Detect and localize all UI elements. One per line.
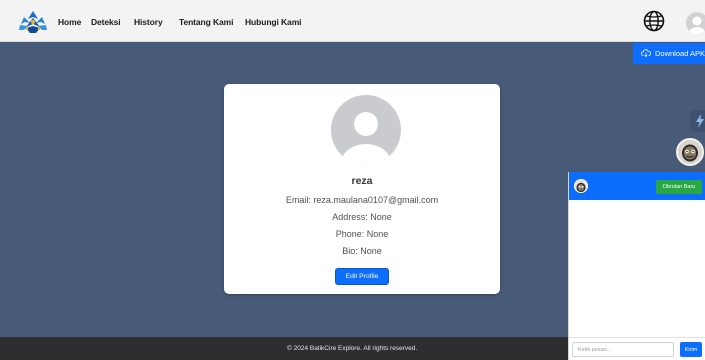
download-apk-label: Download APK: [655, 49, 705, 58]
profile-email: Email: reza.maulana0107@gmail.com: [285, 195, 439, 205]
chat-header: Obrolan Baru: [569, 172, 705, 200]
cloud-download-icon: [640, 48, 652, 59]
profile-card: reza Email: reza.maulana0107@gmail.com A…: [224, 84, 500, 294]
footer-copyright: © 2024 BatikCire Explore. All rights res…: [287, 345, 418, 352]
chat-divider: [569, 337, 705, 338]
profile-username: reza: [351, 175, 373, 187]
download-apk-button[interactable]: Download APK: [633, 43, 705, 64]
edit-profile-button[interactable]: Edit Profile: [335, 268, 389, 285]
chat-send-button[interactable]: Kirim: [680, 342, 702, 357]
nav-history[interactable]: History: [134, 17, 163, 27]
profile-bio: Bio: None: [342, 246, 382, 256]
profile-avatar-icon: [331, 95, 401, 165]
chat-message-input[interactable]: [572, 342, 674, 357]
profile-phone: Phone: None: [335, 229, 389, 239]
nav-deteksi[interactable]: Deteksi: [91, 17, 121, 27]
new-chat-button[interactable]: Obrolan Baru: [656, 180, 702, 194]
globe-icon[interactable]: [643, 10, 665, 32]
bolt-icon[interactable]: [690, 110, 705, 132]
profile-address: Address: None: [332, 212, 392, 222]
batik-logo-icon[interactable]: [18, 9, 48, 35]
chat-panel: Obrolan Baru Kirim: [568, 172, 705, 360]
chat-bot-avatar-icon: [574, 179, 588, 193]
user-avatar-icon[interactable]: [686, 12, 705, 34]
nav-hubungi-kami[interactable]: Hubungi Kami: [245, 17, 302, 27]
navbar: Home Deteksi History Tentang Kami Hubung…: [0, 0, 705, 42]
nav-tentang-kami[interactable]: Tentang Kami: [179, 17, 233, 27]
mask-bot-icon[interactable]: [676, 138, 704, 166]
nav-home[interactable]: Home: [58, 17, 81, 27]
